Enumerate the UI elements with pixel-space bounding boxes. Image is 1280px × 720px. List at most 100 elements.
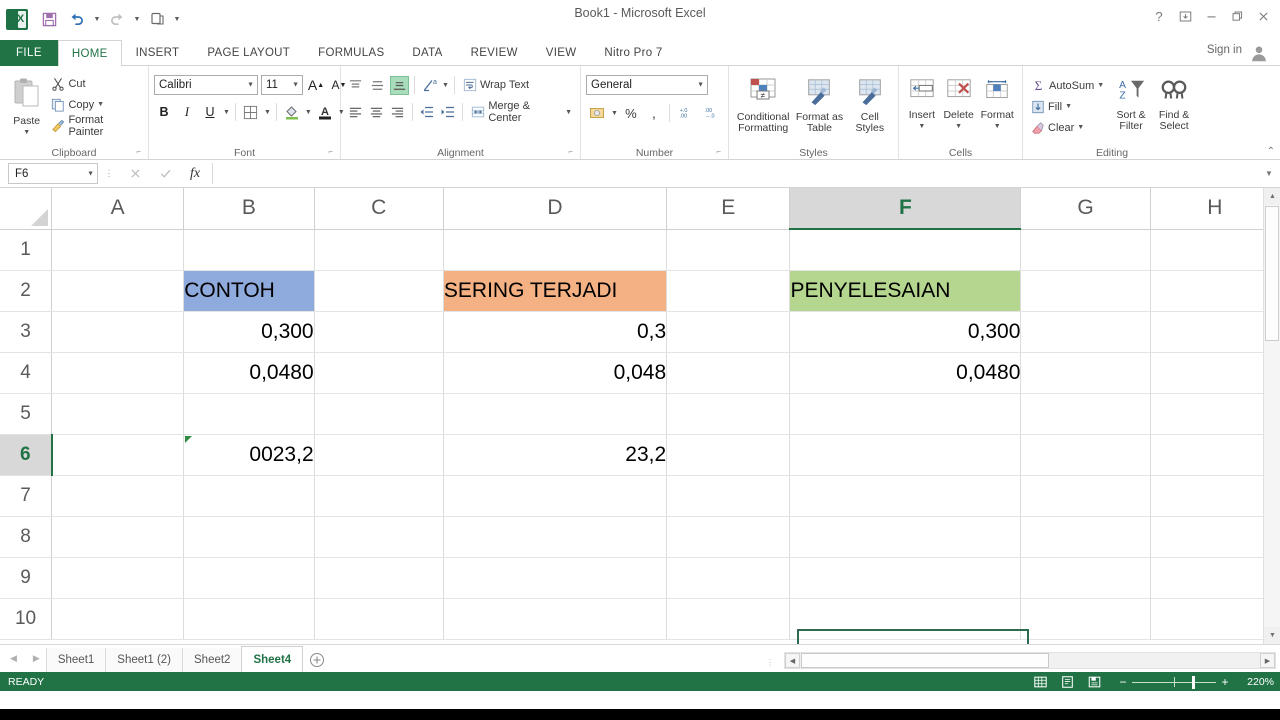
align-left-icon[interactable] (346, 103, 364, 122)
paste-dropdown-icon[interactable]: ▼ (23, 127, 30, 138)
cell-F2[interactable]: PENYELESAIAN (789, 270, 1022, 312)
cell-D7[interactable] (443, 475, 668, 517)
borders-dropdown-icon[interactable]: ▼ (264, 109, 271, 116)
row-header-5[interactable]: 5 (0, 393, 53, 435)
cell-E1[interactable] (666, 229, 791, 271)
number-format-select[interactable]: General ▼ (586, 75, 708, 95)
insert-function-icon[interactable]: fx (180, 163, 210, 185)
cell-F6[interactable] (789, 434, 1022, 476)
cell-E2[interactable] (666, 270, 791, 312)
page-layout-view-icon[interactable] (1054, 672, 1081, 691)
orientation-dropdown-icon[interactable]: ▼ (442, 82, 449, 89)
next-sheet-icon[interactable]: ▶ (33, 653, 40, 664)
comma-style-button[interactable]: , (644, 103, 664, 124)
tab-insert[interactable]: INSERT (122, 40, 194, 66)
zoom-slider[interactable]: − + (1114, 675, 1234, 689)
cell-H10[interactable] (1150, 598, 1280, 640)
help-icon[interactable]: ? (1146, 4, 1172, 28)
collapse-ribbon-icon[interactable]: ⌃ (1267, 146, 1275, 157)
cell-B2[interactable]: CONTOH (183, 270, 315, 312)
increase-decimal-icon[interactable]: +.0.00 (675, 103, 697, 124)
cell-C7[interactable] (314, 475, 444, 517)
cell-C5[interactable] (314, 393, 444, 435)
underline-dropdown-icon[interactable]: ▼ (223, 109, 230, 116)
cell-H4[interactable] (1150, 352, 1280, 394)
cell-C6[interactable] (314, 434, 444, 476)
redo-dropdown-icon[interactable]: ▼ (132, 6, 142, 32)
merge-center-dropdown-icon[interactable]: ▼ (565, 109, 572, 116)
cell-F10[interactable] (789, 598, 1022, 640)
cell-H7[interactable] (1150, 475, 1280, 517)
tab-file[interactable]: FILE (0, 40, 58, 66)
tab-formulas[interactable]: FORMULAS (304, 40, 398, 66)
cell-B5[interactable] (183, 393, 315, 435)
cell-C8[interactable] (314, 516, 444, 558)
sort-filter-button[interactable]: A Z Sort & Filter (1110, 73, 1152, 132)
tab-home[interactable]: HOME (57, 40, 122, 67)
row-header-1[interactable]: 1 (0, 229, 53, 271)
sheet-tab-sheet1-2[interactable]: Sheet1 (2) (105, 648, 182, 672)
copy-button[interactable]: Copy ▼ (48, 94, 143, 115)
cell-G6[interactable] (1020, 434, 1151, 476)
cell-F4[interactable]: 0,0480 (789, 352, 1022, 394)
sign-in-link[interactable]: Sign in (1207, 44, 1242, 56)
zoom-out-button[interactable]: − (1114, 675, 1132, 689)
cell-G2[interactable] (1020, 270, 1151, 312)
redo-icon[interactable] (104, 6, 130, 32)
cell-D6[interactable]: 23,2 (443, 434, 668, 476)
format-painter-button[interactable]: Format Painter (48, 114, 143, 138)
cell-H8[interactable] (1150, 516, 1280, 558)
font-size-input[interactable]: 11 ▼ (261, 75, 303, 95)
cell-G8[interactable] (1020, 516, 1151, 558)
zoom-slider-track[interactable] (1132, 675, 1216, 689)
cell-D8[interactable] (443, 516, 668, 558)
ribbon-display-options-icon[interactable] (1172, 4, 1198, 28)
save-icon[interactable] (36, 6, 62, 32)
cell-G9[interactable] (1020, 557, 1151, 599)
fill-color-button[interactable] (282, 102, 302, 123)
restore-icon[interactable] (1224, 4, 1250, 28)
horizontal-scroll-thumb[interactable] (801, 653, 1049, 668)
tab-page-layout[interactable]: PAGE LAYOUT (193, 40, 304, 66)
number-dialog-launcher-icon[interactable]: ⌐ (716, 145, 721, 159)
cell-D10[interactable] (443, 598, 668, 640)
fill-button[interactable]: Fill ▼ (1028, 96, 1110, 117)
cell-C2[interactable] (314, 270, 444, 312)
clear-button[interactable]: Clear ▼ (1028, 117, 1110, 138)
cell-H9[interactable] (1150, 557, 1280, 599)
accounting-format-dropdown-icon[interactable]: ▼ (611, 110, 618, 117)
sheet-tab-sheet1[interactable]: Sheet1 (45, 648, 106, 672)
cell-F5[interactable] (789, 393, 1022, 435)
column-header-f[interactable]: F (789, 188, 1022, 230)
cell-A1[interactable] (51, 229, 185, 271)
column-header-c[interactable]: C (314, 188, 444, 230)
cell-G5[interactable] (1020, 393, 1151, 435)
paste-button[interactable]: Paste ▼ (5, 69, 48, 138)
avatar-icon[interactable] (1248, 42, 1270, 64)
sheet-tab-sheet4[interactable]: Sheet4 (241, 646, 304, 672)
row-header-6[interactable]: 6 (0, 434, 53, 476)
cell-B10[interactable] (183, 598, 315, 640)
select-all-corner[interactable] (0, 188, 53, 230)
cell-D3[interactable]: 0,3 (443, 311, 668, 353)
column-header-d[interactable]: D (443, 188, 668, 230)
column-header-g[interactable]: G (1020, 188, 1151, 230)
cell-C10[interactable] (314, 598, 444, 640)
font-color-button[interactable]: A (315, 102, 335, 123)
cell-F7[interactable] (789, 475, 1022, 517)
cell-E8[interactable] (666, 516, 791, 558)
vertical-scrollbar[interactable]: ▲ ▼ (1263, 188, 1280, 644)
expand-formula-bar-icon[interactable]: ▼ (1260, 169, 1278, 178)
row-header-3[interactable]: 3 (0, 311, 53, 353)
align-middle-icon[interactable] (368, 76, 387, 95)
minimize-icon[interactable] (1198, 4, 1224, 28)
normal-view-icon[interactable] (1027, 672, 1054, 691)
undo-dropdown-icon[interactable]: ▼ (92, 6, 102, 32)
autosum-dropdown-icon[interactable]: ▼ (1097, 82, 1104, 89)
undo-icon[interactable] (64, 6, 90, 32)
cell-B6[interactable]: 0023,2 (183, 434, 315, 476)
cell-D2[interactable]: SERING TERJADI (443, 270, 668, 312)
cell-C4[interactable] (314, 352, 444, 394)
tab-data[interactable]: DATA (398, 40, 456, 66)
error-indicator-icon[interactable] (185, 435, 193, 443)
